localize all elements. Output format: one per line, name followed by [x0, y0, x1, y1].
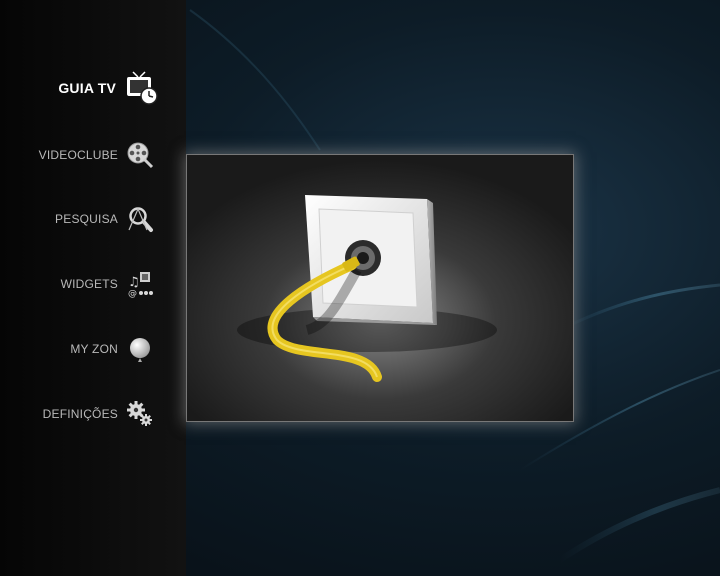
widgets-icon: ♫ @	[126, 270, 154, 298]
tv-guide-icon	[124, 70, 160, 106]
search-icon	[126, 205, 154, 233]
main-menu-sidebar: GUIA TV VIDEOCLUBE PESQUISA WIDGETS ♫ @ …	[0, 0, 186, 576]
menu-item-pesquisa[interactable]: PESQUISA	[0, 197, 186, 241]
menu-item-definicoes[interactable]: DEFINIÇÕES	[0, 392, 186, 436]
film-reel-icon	[126, 141, 154, 169]
menu-item-label: GUIA TV	[58, 80, 116, 96]
menu-item-my-zon[interactable]: MY ZON	[0, 327, 186, 371]
menu-item-label: WIDGETS	[60, 277, 118, 291]
svg-text:♫: ♫	[128, 275, 140, 290]
menu-item-label: PESQUISA	[55, 212, 118, 226]
menu-item-videoclube[interactable]: VIDEOCLUBE	[0, 133, 186, 177]
antenna-socket-cable-icon	[187, 155, 573, 421]
preview-panel	[187, 155, 573, 421]
menu-item-label: MY ZON	[70, 342, 118, 356]
menu-item-label: VIDEOCLUBE	[38, 148, 118, 162]
menu-item-label: DEFINIÇÕES	[42, 407, 118, 421]
gear-icon	[126, 400, 154, 428]
balloon-icon	[126, 335, 154, 363]
svg-text:@: @	[128, 289, 137, 298]
menu-item-guia-tv[interactable]: GUIA TV	[0, 66, 186, 110]
menu-item-widgets[interactable]: WIDGETS ♫ @	[0, 262, 186, 306]
